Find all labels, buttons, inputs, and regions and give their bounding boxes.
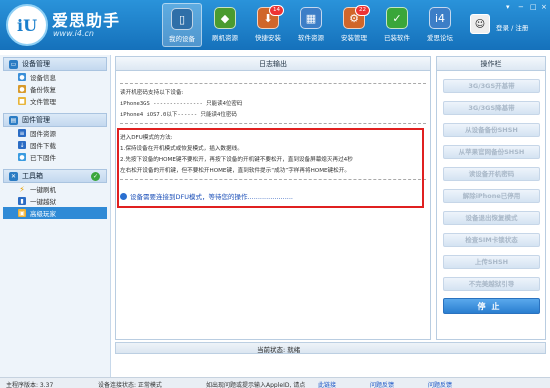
divider [120,83,426,84]
user-avatar-icon[interactable]: ☺ [470,14,490,34]
store-icon: ◆ [214,7,236,29]
sidebar-item-device-info[interactable]: ● 设备信息 [0,71,110,83]
download-icon: ↓ [18,141,26,149]
sidebar: ▭ 设备管理 ● 设备信息 ● 备份恢复 ■ 文件管理 ▤ 固件管理 ≡ 固件资源 ↓ 固… [0,55,111,377]
section-title: 工具箱 [22,172,43,180]
sidebar-item-advanced-player[interactable]: ▣ 高级玩家 [3,207,107,219]
current-status: 当前状态: 就绪 [257,346,301,354]
baseband-up-button[interactable]: 3G/3GS开基带 [443,79,540,93]
check-sim-lock-button[interactable]: 检查SIM卡锁状态 [443,233,540,247]
nav-label: 我的设备 [169,35,195,43]
stop-button[interactable]: 停止 [443,298,540,314]
divider [120,123,426,124]
sidebar-item-label: 已下固件 [30,154,56,162]
phone-icon: ▯ [171,8,193,30]
sidebar-item-backup-restore[interactable]: ● 备份恢复 [0,83,110,95]
tools-icon: ✕ [9,171,18,181]
feedback-link-2[interactable]: 问题反馈 [428,380,452,388]
check-icon: ✓ [91,172,100,181]
backup-shsh-device-button[interactable]: 从设备备份SHSH [443,123,540,137]
exit-recovery-button[interactable]: 设备退出恢复模式 [443,211,540,225]
connection-status: 设备连接状态: 正常模式 [98,382,162,388]
section-title: 设备管理 [22,60,50,68]
log-line: iPhone4 iOS7.0以下------ 只能读4位密码 [120,112,237,118]
section-firmware-management[interactable]: ▤ 固件管理 [3,113,107,127]
nav-forum[interactable]: i4 爱思论坛 [420,3,460,47]
sidebar-item-label: 固件下载 [30,142,56,150]
jailbreak-icon: ▮ [18,197,26,205]
progress-bar [115,342,546,354]
read-passcode-button[interactable]: 读设备开机密码 [443,167,540,181]
hint-text: 如出现问题或提示输入AppleID, 请点 [206,382,306,388]
section-device-management[interactable]: ▭ 设备管理 [3,57,107,71]
sidebar-item-label: 文件管理 [30,98,56,106]
sidebar-item-firmware-download[interactable]: ↓ 固件下载 [0,139,110,151]
backup-icon: ● [18,85,26,93]
unlock-disabled-button[interactable]: 解除iPhone已停用 [443,189,540,203]
notification-badge: 14 [269,5,284,16]
firmware-icon: ▤ [9,115,18,125]
forum-icon: i4 [429,7,451,29]
disk-icon: ● [18,153,26,161]
nav-manage[interactable]: ⚙ 安装管理 22 [334,3,374,47]
sidebar-item-file-management[interactable]: ■ 文件管理 [0,95,110,107]
header-bar: iU 爱思助手 www.i4.cn ▯ 我的设备 ◆ 刷机资源 ⬇ 快捷安装 14 ▦ 软件资源… [0,0,550,50]
sidebar-item-label: 设备信息 [30,74,56,82]
action-panel-title: 操作栏 [437,57,545,71]
site-url: www.i4.cn [53,29,94,38]
menu-icon[interactable]: ▾ [506,3,510,11]
nav-label: 安装管理 [341,34,367,42]
baseband-down-button[interactable]: 3G/3GS降基带 [443,101,540,115]
sidebar-item-label: 一键刷机 [30,186,56,194]
user-icon: ● [18,73,26,81]
sidebar-item-label: 高级玩家 [30,210,56,218]
status-bar: 主程序版本: 3.37 设备连接状态: 正常模式 如出现问题或提示输入Apple… [0,377,550,388]
nav-store[interactable]: ◆ 刷机资源 [205,3,245,47]
nav-label: 软件资源 [298,34,324,42]
help-link[interactable]: 此链接 [318,380,336,388]
list-icon: ≡ [18,129,26,137]
nav-label: 已装软件 [384,34,410,42]
nav-label: 快捷安装 [255,34,281,42]
nav-install[interactable]: ⬇ 快捷安装 14 [248,3,288,47]
feedback-link[interactable]: 问题反馈 [370,380,394,388]
tethered-boot-button[interactable]: 不完美越狱引导 [443,277,540,291]
sidebar-item-one-click-jailbreak[interactable]: ▮ 一键越狱 [0,195,110,207]
section-toolbox[interactable]: ✕ 工具箱 ✓ [3,169,107,183]
nav-installed[interactable]: ✓ 已装软件 [377,3,417,47]
close-icon[interactable]: × [541,3,547,11]
log-panel-title: 日志输出 [116,57,430,71]
nav-label: 刷机资源 [212,34,238,42]
minimize-icon[interactable]: − [518,3,524,11]
sidebar-item-label: 一键越狱 [30,198,56,206]
nav-phone[interactable]: ▯ 我的设备 [162,3,202,47]
brand-name: 爱思助手 [52,11,121,30]
sidebar-item-label: 固件资源 [30,130,56,138]
sidebar-item-firmware-resources[interactable]: ≡ 固件资源 [0,127,110,139]
sidebar-item-label: 备份恢复 [30,86,56,94]
highlight-box [117,128,424,208]
section-title: 固件管理 [22,116,50,124]
lightning-icon: ⚡ [19,184,25,194]
sidebar-item-downloaded-firmware[interactable]: ● 已下固件 [0,151,110,163]
upload-shsh-button[interactable]: 上传SHSH [443,255,540,269]
app-logo: iU [6,4,48,46]
login-register-link[interactable]: 登录 / 注册 [496,22,528,32]
log-line: 读开机密码支持以下设备: [120,90,184,96]
box-icon: ▣ [18,209,26,217]
log-line: iPhone3GS --------------- 只能读4位密码 [120,101,243,107]
sidebar-item-one-click-flash[interactable]: ⚡ 一键刷机 [0,183,110,195]
action-panel: 操作栏 3G/3GS开基带 3G/3GS降基带 从设备备份SHSH 从苹果官网备… [436,56,546,340]
notification-badge: 22 [355,5,370,16]
folder-icon: ■ [18,97,26,105]
apps-icon: ▦ [300,7,322,29]
installed-icon: ✓ [386,7,408,29]
nav-label: 爱思论坛 [427,34,453,42]
nav-apps[interactable]: ▦ 软件资源 [291,3,331,47]
device-icon: ▭ [9,59,18,69]
version-text: 主程序版本: 3.37 [6,382,54,388]
maximize-icon[interactable]: □ [530,3,537,11]
backup-shsh-apple-button[interactable]: 从苹果官网备份SHSH [443,145,540,159]
